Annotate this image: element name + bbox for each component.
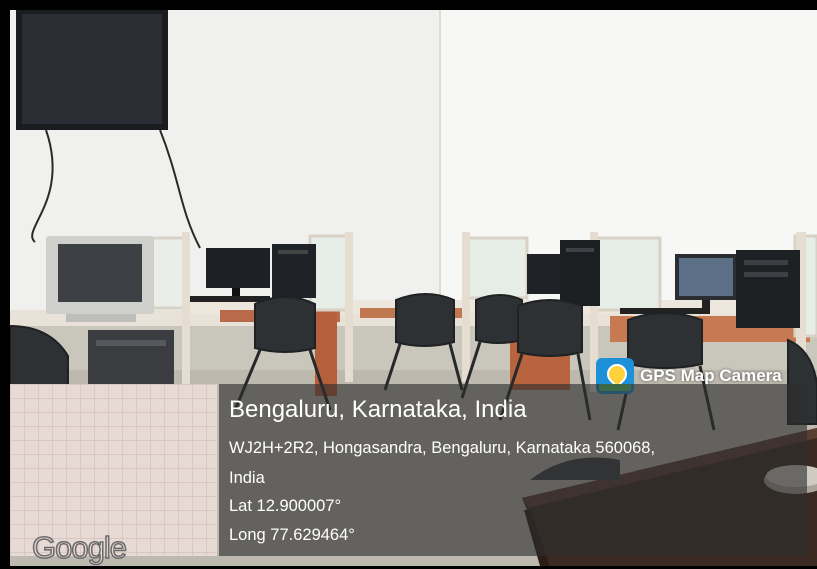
- map-thumbnail: Google: [10, 384, 217, 566]
- tower-pc-2: [560, 240, 600, 306]
- flat-monitor-2: [527, 254, 563, 294]
- address-line-1: WJ2H+2R2, Hongasandra, Bengaluru, Karnat…: [229, 439, 656, 457]
- location-info-panel: Bengaluru, Karnataka, India WJ2H+2R2, Ho…: [219, 384, 807, 556]
- tower-pc-3: [736, 250, 800, 328]
- tower-pc-1: [272, 244, 316, 298]
- crt-monitor: [46, 236, 154, 322]
- address-line-2: India: [229, 469, 265, 487]
- latitude-text: Lat 12.900007°: [229, 497, 342, 515]
- longitude-text: Long 77.629464°: [229, 526, 355, 544]
- map-logo: Google: [31, 529, 127, 566]
- location-title: Bengaluru, Karnataka, India: [229, 396, 527, 423]
- image-frame: GPS Map Camera Google Bengaluru, Karnata…: [0, 0, 817, 569]
- app-name-label: GPS Map Camera: [640, 366, 782, 385]
